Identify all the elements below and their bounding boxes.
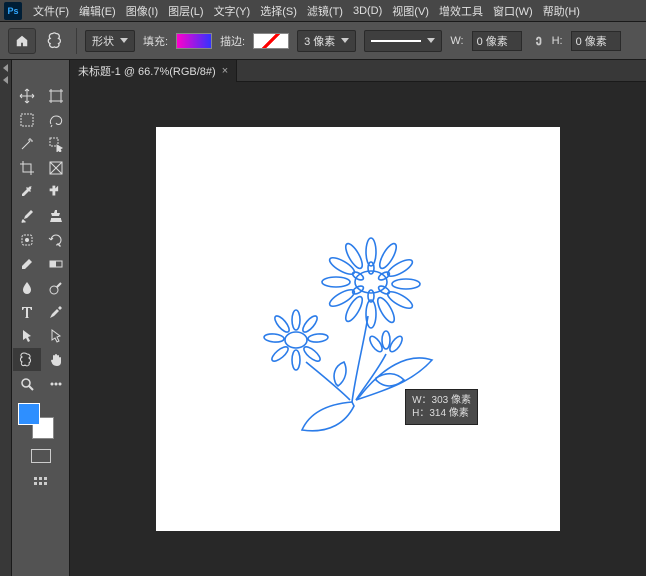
height-input[interactable]: 0 像素 (571, 31, 621, 51)
menu-3d[interactable]: 3D(D) (348, 3, 387, 19)
home-icon (15, 34, 29, 48)
type-tool[interactable] (13, 300, 41, 323)
chevron-down-icon (120, 38, 128, 43)
menu-plugins[interactable]: 增效工具 (434, 1, 488, 21)
options-bar: 形状 填充: 描边: 3 像素 W: 0 像素 H: 0 像素 (0, 22, 646, 60)
shape-mode-label: 形状 (92, 33, 114, 49)
canvas[interactable]: W：303 像素 H：314 像素 (156, 127, 560, 531)
object-select-tool[interactable] (42, 132, 70, 155)
menu-layer[interactable]: 图层(L) (163, 1, 208, 21)
wand-tool[interactable] (13, 132, 41, 155)
canvas-viewport[interactable]: W：303 像素 H：314 像素 (70, 82, 646, 576)
spot-heal-tool[interactable] (42, 180, 70, 203)
menu-window[interactable]: 窗口(W) (488, 1, 538, 21)
menu-file[interactable]: 文件(F) (28, 1, 74, 21)
home-button[interactable] (8, 28, 36, 54)
close-icon[interactable]: × (222, 65, 228, 77)
path-select-tool[interactable] (13, 324, 41, 347)
menu-help[interactable]: 帮助(H) (538, 1, 585, 21)
chevron-down-icon (341, 38, 349, 43)
zoom-tool[interactable] (13, 372, 41, 395)
chevron-left-icon (3, 64, 8, 72)
tab-title: 未标题-1 @ 66.7%(RGB/8#) (78, 63, 216, 79)
move-tool[interactable] (13, 84, 41, 107)
color-swatches (12, 403, 69, 443)
tooltip-width: W：303 像素 (412, 394, 471, 407)
screen-mode-toggle[interactable] (34, 477, 47, 485)
blur-tool[interactable] (13, 276, 41, 299)
hand-tool[interactable] (42, 348, 70, 371)
shape-mode-dropdown[interactable]: 形状 (85, 30, 135, 52)
stroke-label: 描边: (220, 33, 245, 49)
toolbar (12, 60, 70, 576)
stroke-style-dropdown[interactable] (364, 30, 442, 52)
stroke-swatch[interactable] (253, 33, 289, 49)
patch-tool[interactable] (13, 228, 41, 251)
eyedropper-tool[interactable] (13, 180, 41, 203)
frame-tool[interactable] (42, 156, 70, 179)
menu-image[interactable]: 图像(I) (121, 1, 163, 21)
brush-tool[interactable] (13, 204, 41, 227)
tooltip-height: H：314 像素 (412, 407, 471, 420)
crop-tool[interactable] (13, 156, 41, 179)
menu-select[interactable]: 选择(S) (255, 1, 302, 21)
dodge-tool[interactable] (42, 276, 70, 299)
artboard-tool[interactable] (42, 84, 70, 107)
chevron-down-icon (427, 38, 435, 43)
custom-shape-tool-icon[interactable] (44, 29, 68, 53)
app-logo: Ps (4, 2, 22, 20)
stroke-width-value: 3 像素 (304, 33, 335, 49)
custom-shape-tool[interactable] (13, 348, 41, 371)
chevron-left-icon (3, 76, 8, 84)
pen-tool[interactable] (42, 300, 70, 323)
menu-view[interactable]: 视图(V) (387, 1, 434, 21)
edit-toolbar[interactable] (42, 372, 70, 395)
quick-mask-toggle[interactable] (31, 449, 51, 463)
fill-label: 填充: (143, 33, 168, 49)
foreground-color[interactable] (18, 403, 40, 425)
stroke-width-input[interactable]: 3 像素 (297, 30, 356, 52)
panel-collapse-strip[interactable] (0, 60, 12, 576)
menu-filter[interactable]: 滤镜(T) (302, 1, 348, 21)
width-label: W: (450, 35, 463, 47)
clone-stamp-tool[interactable] (42, 204, 70, 227)
direct-select-tool[interactable] (42, 324, 70, 347)
history-brush-tool[interactable] (42, 228, 70, 251)
eraser-tool[interactable] (13, 252, 41, 275)
line-icon (371, 40, 421, 42)
document-tabbar: 未标题-1 @ 66.7%(RGB/8#) × (70, 60, 646, 82)
lasso-tool[interactable] (42, 108, 70, 131)
link-icon[interactable] (530, 34, 544, 48)
menubar: Ps 文件(F) 编辑(E) 图像(I) 图层(L) 文字(Y) 选择(S) 滤… (0, 0, 646, 22)
document-area: 未标题-1 @ 66.7%(RGB/8#) × (70, 60, 646, 576)
width-input[interactable]: 0 像素 (472, 31, 522, 51)
document-tab[interactable]: 未标题-1 @ 66.7%(RGB/8#) × (70, 60, 237, 82)
height-label: H: (552, 35, 563, 47)
menu-edit[interactable]: 编辑(E) (74, 1, 121, 21)
fill-swatch[interactable] (176, 33, 212, 49)
dimension-tooltip: W：303 像素 H：314 像素 (405, 389, 478, 425)
marquee-tool[interactable] (13, 108, 41, 131)
menu-type[interactable]: 文字(Y) (209, 1, 256, 21)
gradient-tool[interactable] (42, 252, 70, 275)
